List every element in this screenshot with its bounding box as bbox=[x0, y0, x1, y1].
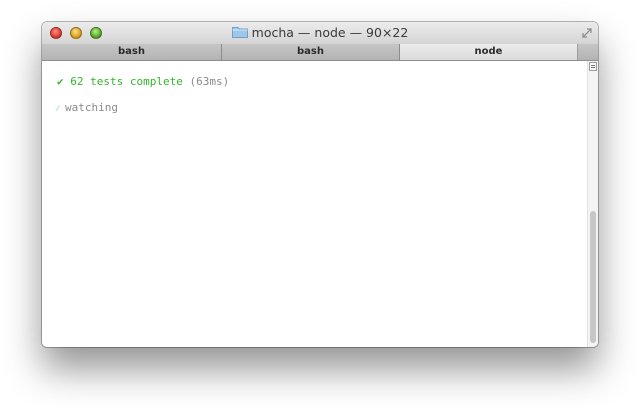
new-tab-area[interactable] bbox=[578, 44, 598, 60]
checkmark-icon: ✔ bbox=[57, 75, 64, 88]
spinner-icon: ⁄ bbox=[57, 104, 59, 113]
test-duration: (63ms) bbox=[189, 75, 230, 88]
tab-bar: bash bash node bbox=[42, 44, 598, 61]
title-bar: mocha — node — 90×22 bbox=[42, 22, 598, 45]
terminal-output[interactable]: ✔ 62 tests complete (63ms) ⁄ watching bbox=[42, 61, 588, 347]
test-result-line: ✔ 62 tests complete (63ms) bbox=[57, 75, 229, 88]
window-title: mocha — node — 90×22 bbox=[251, 25, 409, 40]
watching-text: watching bbox=[64, 101, 118, 114]
tab-label: bash bbox=[118, 46, 145, 57]
test-summary: 62 tests complete bbox=[70, 75, 183, 88]
terminal-window: mocha — node — 90×22 bash bash node ✔ 62… bbox=[42, 22, 598, 347]
tab-node[interactable]: node bbox=[400, 44, 578, 60]
tab-label: bash bbox=[297, 46, 324, 57]
resize-icon[interactable] bbox=[580, 26, 594, 40]
scroll-menu-icon[interactable] bbox=[589, 62, 597, 71]
tab-bash-1[interactable]: bash bbox=[42, 44, 222, 60]
window-title-wrap: mocha — node — 90×22 bbox=[42, 22, 598, 44]
folder-icon bbox=[231, 27, 248, 38]
watch-status-line: ⁄ watching bbox=[57, 101, 118, 114]
scroll-thumb[interactable] bbox=[590, 211, 596, 343]
tab-bash-2[interactable]: bash bbox=[222, 44, 400, 60]
vertical-scrollbar[interactable] bbox=[587, 61, 598, 347]
tab-label: node bbox=[474, 46, 503, 57]
